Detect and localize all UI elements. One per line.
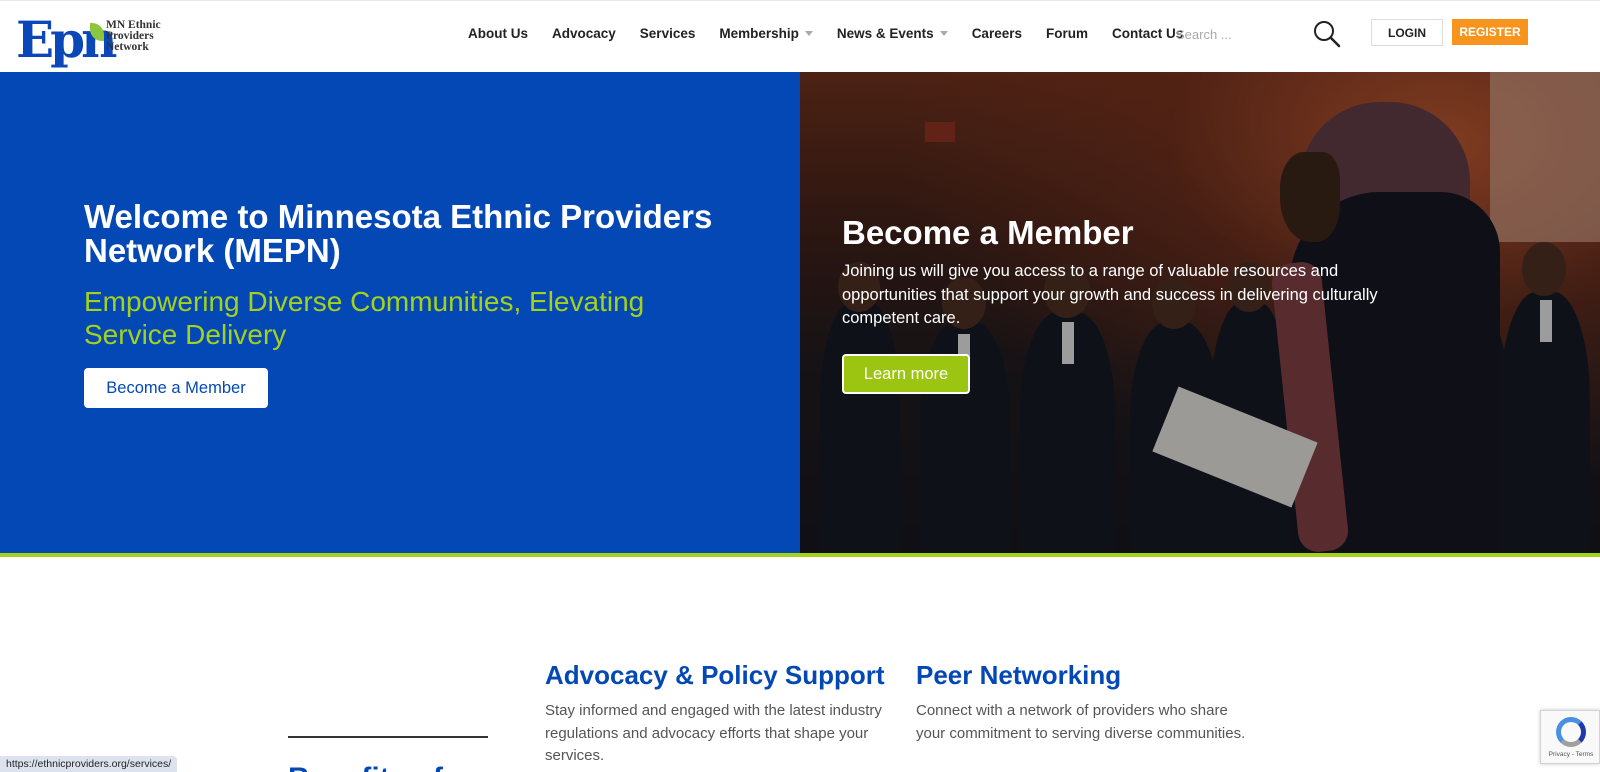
feature-text: Connect with a network of providers who …	[916, 702, 1246, 742]
nav-contact-us[interactable]: Contact Us	[1112, 23, 1183, 43]
search-input[interactable]	[1176, 23, 1296, 45]
feature-peer-networking: Peer Networking Connect with a network o…	[916, 660, 1256, 745]
learn-more-button[interactable]: Learn more	[842, 354, 970, 394]
nav-services[interactable]: Services	[640, 23, 696, 43]
nav-label: Forum	[1045, 25, 1088, 41]
become-member-button[interactable]: Become a Member	[84, 368, 268, 408]
site-header: Epn MN Ethnic Providers Network About Us…	[0, 0, 1600, 72]
nav-label: Membership	[719, 25, 799, 41]
feature-title: Advocacy & Policy Support	[545, 660, 885, 690]
nav-careers[interactable]: Careers	[972, 23, 1022, 43]
nav-forum[interactable]: Forum	[1046, 23, 1088, 43]
chevron-down-icon	[939, 30, 948, 36]
feature-title: Peer Networking	[916, 660, 1122, 690]
recaptcha-icon	[1556, 717, 1586, 747]
nav-about-us[interactable]: About Us	[468, 23, 528, 43]
main-nav: About Us Advocacy Services Membership Ne…	[468, 23, 1207, 43]
nav-label: Advocacy	[552, 25, 616, 41]
section-divider	[288, 736, 488, 738]
nav-advocacy[interactable]: Advocacy	[552, 23, 616, 43]
register-button[interactable]: REGISTER	[1452, 19, 1528, 45]
chevron-down-icon	[804, 30, 813, 36]
nav-label: Careers	[971, 25, 1022, 41]
hero-subtitle: Empowering Diverse Communities, Elevatin…	[84, 286, 645, 350]
benefits-heading: Benefits of	[288, 762, 443, 772]
nav-label: Services	[639, 25, 696, 41]
feature-advocacy: Advocacy & Policy Support Stay informed …	[545, 660, 885, 768]
hero-accent-bar	[0, 553, 1600, 557]
nav-news-events[interactable]: News & Events	[837, 23, 948, 43]
hero-title: Welcome to Minnesota Ethnic Providers Ne…	[84, 198, 713, 269]
logo-text-line: Network	[106, 41, 149, 53]
member-panel-title: Become a Member	[842, 214, 1134, 251]
recaptcha-badge[interactable]: Privacy - Terms	[1540, 710, 1600, 764]
nav-label: Contact Us	[1111, 25, 1184, 41]
recaptcha-links[interactable]: Privacy - Terms	[1543, 751, 1599, 758]
status-bar-url: https://ethnicproviders.org/services/	[0, 756, 178, 772]
login-button[interactable]: LOGIN	[1371, 19, 1443, 46]
site-logo[interactable]: Epn MN Ethnic Providers Network	[16, 13, 166, 67]
feature-text: Stay informed and engaged with the lates…	[545, 702, 882, 764]
logo-text: MN Ethnic Providers Network	[106, 19, 161, 53]
nav-membership[interactable]: Membership	[719, 23, 813, 43]
nav-label: News & Events	[836, 25, 934, 41]
search-icon[interactable]	[1312, 19, 1342, 49]
member-panel-text: Joining us will give you access to a ran…	[842, 262, 1378, 327]
nav-label: About Us	[468, 25, 528, 41]
